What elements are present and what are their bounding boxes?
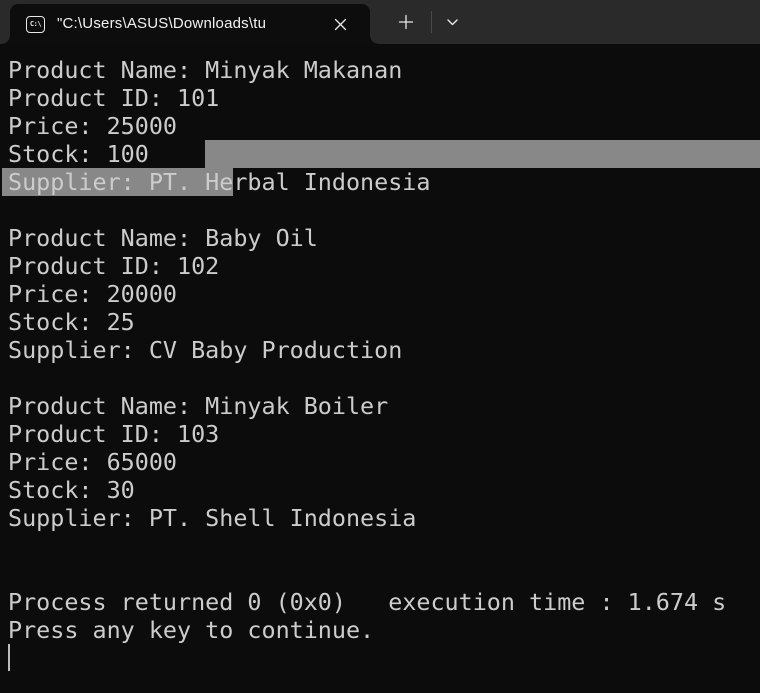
terminal-line: Stock: 30	[8, 476, 135, 504]
terminal-line: Product ID: 103	[8, 420, 220, 448]
terminal-line: Price: 65000	[8, 448, 177, 476]
tab-dropdown-button[interactable]	[438, 8, 466, 36]
terminal-line: Process returned 0 (0x0) execution time …	[8, 588, 727, 616]
terminal-output[interactable]: Product Name: Minyak Makanan Product ID:…	[0, 44, 760, 693]
terminal-line: Stock: 25	[8, 308, 135, 336]
terminal-line: Press any key to continue.	[8, 616, 375, 644]
titlebar: C:\ "C:\Users\ASUS\Downloads\tu	[0, 0, 760, 44]
terminal-line: Product Name: Minyak Boiler	[8, 392, 389, 420]
terminal-line: Supplier: PT. Herbal Indonesia	[8, 168, 431, 196]
close-tab-button[interactable]	[326, 10, 354, 38]
terminal-tab[interactable]: C:\ "C:\Users\ASUS\Downloads\tu	[2, 4, 378, 44]
terminal-line: Stock: 100	[8, 140, 149, 168]
terminal-line: Price: 20000	[8, 280, 177, 308]
tab-title: "C:\Users\ASUS\Downloads\tu	[57, 15, 267, 32]
chevron-down-icon	[446, 18, 458, 26]
cmd-icon: C:\	[26, 15, 45, 33]
terminal-line: Product Name: Minyak Makanan	[8, 56, 403, 84]
tabbar-divider	[431, 11, 432, 33]
terminal-line: Product ID: 102	[8, 252, 220, 280]
plus-icon	[398, 14, 414, 30]
new-tab-button[interactable]	[392, 8, 420, 36]
terminal-line: Supplier: CV Baby Production	[8, 336, 403, 364]
terminal-line: Price: 25000	[8, 112, 177, 140]
text-cursor	[8, 644, 10, 671]
terminal-line: Supplier: PT. Shell Indonesia	[8, 504, 417, 532]
terminal-line: Product Name: Baby Oil	[8, 224, 318, 252]
terminal-line: Product ID: 101	[8, 84, 220, 112]
close-icon	[334, 18, 347, 31]
